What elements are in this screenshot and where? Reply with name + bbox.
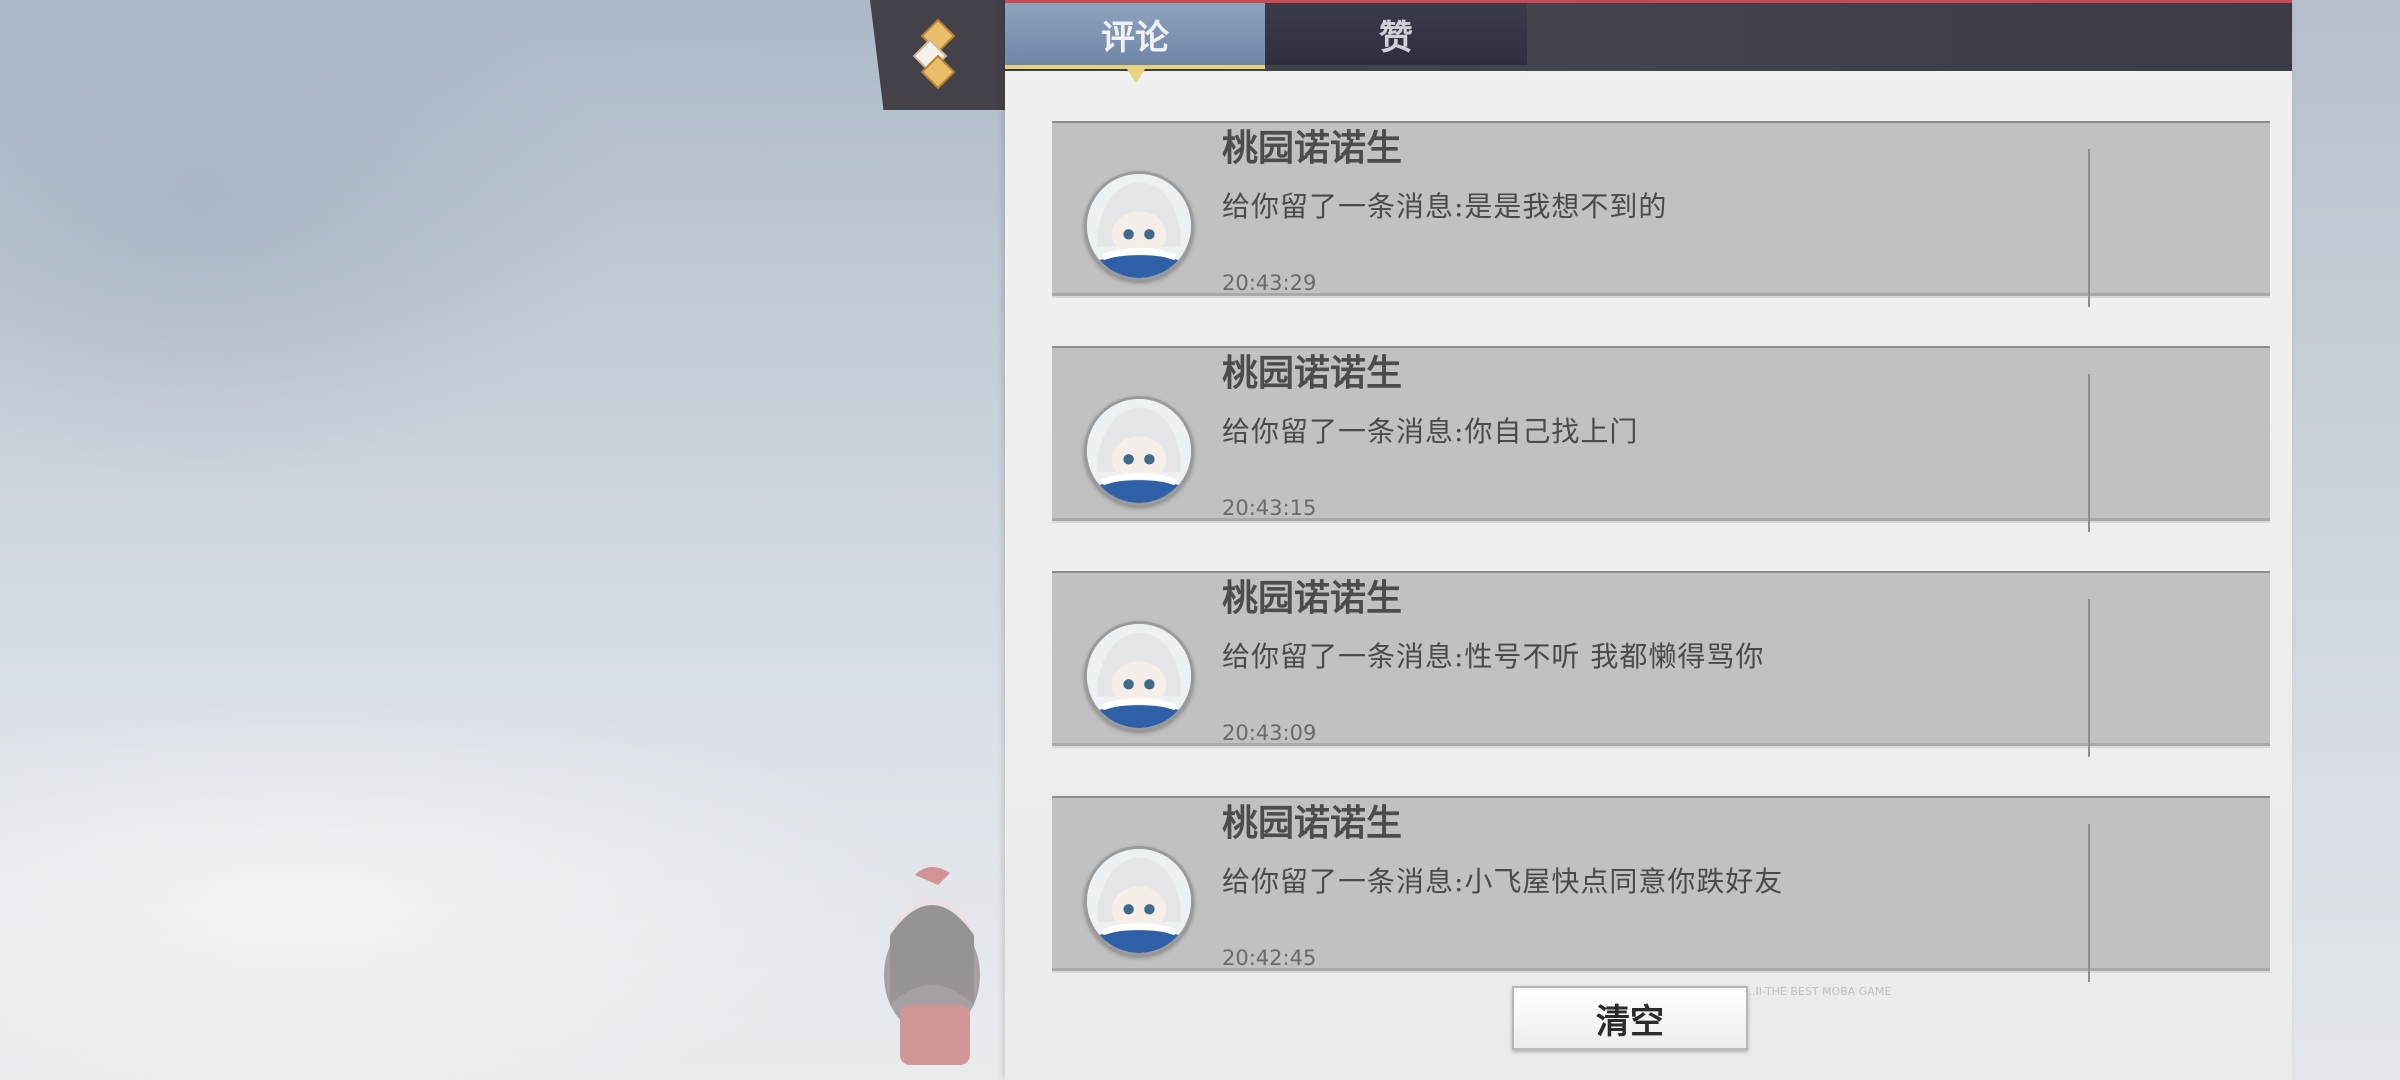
card-divider	[2088, 599, 2090, 757]
avatar[interactable]	[1084, 171, 1194, 281]
anime-avatar-icon	[1087, 174, 1191, 278]
diamond-menu-icon[interactable]	[908, 18, 968, 90]
comment-message: 给你留了一条消息:小飞屋快点同意你跌好友	[1222, 865, 1784, 898]
anime-avatar-icon	[1087, 849, 1191, 953]
card-divider	[2088, 824, 2090, 982]
comment-time: 20:43:15	[1222, 496, 1317, 520]
background-right	[2292, 0, 2400, 1080]
comment-message: 给你留了一条消息:你自己找上门	[1222, 415, 1639, 448]
comment-message: 给你留了一条消息:性号不听 我都懒得骂你	[1222, 640, 1765, 673]
avatar[interactable]	[1084, 396, 1194, 506]
mascot-illustration	[884, 866, 980, 1065]
anime-avatar-icon	[1087, 624, 1191, 728]
commenter-name: 桃园诺诺生	[1222, 578, 1403, 619]
comment-time: 20:43:09	[1222, 721, 1317, 745]
tab-likes[interactable]: 赞	[1265, 3, 1527, 65]
clear-button-label: 清空	[1596, 1001, 1664, 1042]
commenter-name: 桃园诺诺生	[1222, 353, 1403, 394]
avatar[interactable]	[1084, 621, 1194, 731]
card-divider	[2088, 149, 2090, 307]
tab-comments[interactable]: 评论	[1005, 3, 1265, 83]
clear-button[interactable]: 清空	[1512, 986, 1748, 1050]
avatar[interactable]	[1084, 846, 1194, 956]
comment-time: 20:42:45	[1222, 946, 1317, 970]
anime-avatar-icon	[1087, 399, 1191, 503]
watermark: ...II-THE BEST MOBA GAME	[1745, 985, 1892, 998]
comment-card[interactable]: 桃园诺诺生 给你留了一条消息:你自己找上门 20:43:15	[1052, 346, 2270, 532]
tab-likes-label: 赞	[1379, 17, 1413, 58]
comment-card[interactable]: 桃园诺诺生 给你留了一条消息:性号不听 我都懒得骂你 20:43:09	[1052, 571, 2270, 757]
commenter-name: 桃园诺诺生	[1222, 803, 1403, 844]
card-divider	[2088, 374, 2090, 532]
comment-message: 给你留了一条消息:是是我想不到的	[1222, 190, 1668, 223]
tab-comments-label: 评论	[1101, 17, 1169, 58]
comment-card[interactable]: 桃园诺诺生 给你留了一条消息:是是我想不到的 20:43:29	[1052, 121, 2270, 307]
comment-card[interactable]: 桃园诺诺生 给你留了一条消息:小飞屋快点同意你跌好友 20:42:45	[1052, 796, 2270, 982]
commenter-name: 桃园诺诺生	[1222, 128, 1403, 169]
background-left	[0, 0, 1005, 1080]
comment-time: 20:43:29	[1222, 271, 1317, 295]
